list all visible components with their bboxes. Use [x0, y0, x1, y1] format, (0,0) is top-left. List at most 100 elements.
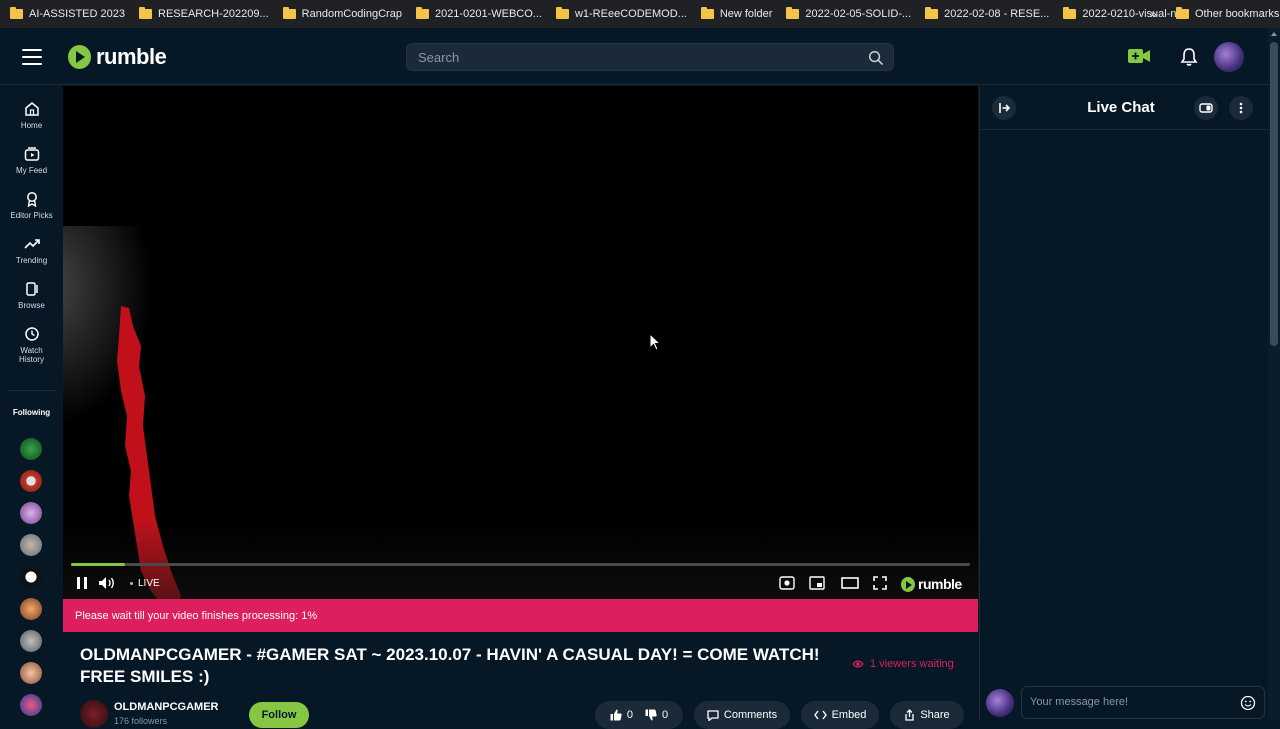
comments-button[interactable]: Comments [694, 701, 790, 729]
go-live-icon[interactable] [1128, 48, 1150, 64]
eye-icon [852, 660, 864, 668]
dislike-count: 0 [662, 709, 669, 721]
bookmark-label: RESEARCH-202209... [158, 8, 269, 20]
bookmark-item[interactable]: 2022-02-08 - RESE... [925, 7, 1049, 20]
followed-channel-avatar[interactable] [20, 662, 42, 684]
bookmark-item[interactable]: 2022-0210-visual-n... [1063, 7, 1186, 20]
live-indicator: LIVE [130, 578, 160, 589]
chat-header: Live Chat [980, 86, 1269, 130]
followed-channel-avatar[interactable] [20, 566, 42, 588]
video-player[interactable]: LIVE rumble [63, 86, 978, 599]
folder-icon [1176, 7, 1189, 19]
bookmark-item[interactable]: AI-ASSISTED 2023 [10, 7, 125, 20]
ribbon-icon [26, 192, 37, 207]
followed-channel-avatar[interactable] [20, 502, 42, 524]
settings-icon[interactable] [779, 576, 795, 590]
viewers-count: 1 viewers waiting [870, 658, 954, 670]
volume-icon[interactable] [98, 576, 116, 590]
share-icon [905, 709, 914, 721]
bookmarks-overflow-button[interactable]: » [1150, 7, 1157, 21]
search-input[interactable] [407, 44, 847, 71]
followed-channel-avatar[interactable] [20, 598, 42, 620]
page-scrollbar[interactable] [1268, 28, 1280, 720]
site-logo[interactable]: rumble [68, 44, 167, 70]
thumbs-up-icon [610, 709, 622, 721]
bookmark-label: AI-ASSISTED 2023 [29, 8, 125, 20]
chat-title: Live Chat [1087, 99, 1155, 116]
channel-avatar[interactable] [80, 700, 108, 728]
emoji-icon[interactable] [1240, 695, 1256, 711]
followed-channel-avatar[interactable] [20, 470, 42, 492]
followed-channel-avatar[interactable] [20, 630, 42, 652]
fullscreen-icon[interactable] [873, 576, 887, 590]
chat-user-avatar [986, 689, 1014, 717]
live-label: LIVE [138, 578, 160, 589]
like-button[interactable]: 0 [610, 709, 633, 721]
chat-message-input[interactable] [1022, 687, 1232, 717]
search-bar [406, 43, 894, 71]
scroll-up-icon[interactable] [1271, 32, 1277, 36]
share-button[interactable]: Share [890, 701, 964, 729]
followed-channel-avatar[interactable] [20, 694, 42, 716]
sidebar-item-editor-picks[interactable]: Editor Picks [0, 191, 63, 220]
sidebar-item-watch-history[interactable]: Watch History [0, 326, 63, 364]
vote-buttons: 0 0 [595, 701, 683, 729]
user-avatar[interactable] [1214, 42, 1244, 72]
sidebar-item-home[interactable]: Home [0, 101, 63, 130]
search-icon[interactable] [868, 50, 883, 65]
folder-icon [10, 7, 23, 19]
trending-icon [23, 239, 40, 249]
other-bookmarks[interactable]: Other bookmarks [1176, 7, 1279, 20]
sidebar-item-label-line2: History [19, 355, 44, 364]
follow-button[interactable]: Follow [249, 702, 309, 728]
comment-icon [707, 709, 719, 721]
bookmark-item[interactable]: w1-REeeCODEMOD... [555, 7, 687, 20]
sidebar-item-trending[interactable]: Trending [0, 236, 63, 265]
chat-mode-button[interactable] [1194, 96, 1218, 120]
more-vertical-icon [1239, 102, 1243, 114]
bookmark-label: 2022-02-05-SOLID-... [805, 8, 912, 20]
rumble-logo-icon [901, 576, 915, 592]
sidebar-item-label: Watch [20, 346, 43, 355]
sidebar-item-label: Browse [18, 301, 45, 310]
notification-bell-icon[interactable] [1180, 47, 1198, 67]
scrollbar-thumb[interactable] [1270, 42, 1278, 346]
sidebar-item-browse[interactable]: Browse [0, 281, 63, 310]
progress-bar-fill [71, 563, 125, 566]
progress-bar[interactable] [71, 563, 970, 566]
following-heading: Following [12, 408, 51, 417]
bookmark-item[interactable]: RandomCodingCrap [282, 7, 402, 20]
embed-button[interactable]: Embed [801, 701, 879, 729]
folder-icon [555, 7, 569, 19]
theater-mode-icon[interactable] [841, 576, 859, 590]
home-icon [24, 102, 39, 116]
followed-channel-avatar[interactable] [20, 534, 42, 556]
player-rumble-logo[interactable]: rumble [901, 576, 962, 592]
menu-icon[interactable] [22, 49, 42, 65]
bookmark-label: 2021-0201-WEBCO... [434, 8, 542, 20]
followed-channel-avatar[interactable] [20, 438, 42, 460]
chat-footer [980, 684, 1269, 720]
processing-text: Please wait till your video finishes pro… [75, 610, 318, 622]
bookmark-item[interactable]: RESEARCH-202209... [139, 7, 269, 20]
processing-banner: Please wait till your video finishes pro… [63, 599, 978, 632]
sidebar-item-my-feed[interactable]: My Feed [0, 146, 63, 175]
picture-in-picture-icon[interactable] [809, 576, 825, 590]
bookmark-item[interactable]: 2021-0201-WEBCO... [415, 7, 542, 20]
comments-label: Comments [723, 709, 778, 721]
pause-icon[interactable] [75, 576, 89, 590]
dislike-button[interactable]: 0 [645, 709, 668, 721]
like-count: 0 [626, 709, 633, 721]
player-logo-text: rumble [918, 576, 962, 592]
chat-options-button[interactable] [1229, 96, 1253, 120]
sidebar-item-label: My Feed [15, 166, 48, 175]
folder-icon [139, 7, 152, 19]
share-label: Share [920, 709, 950, 721]
sidebar-item-label: Home [20, 121, 43, 130]
bookmark-item[interactable]: New folder [700, 7, 772, 20]
channel-name[interactable]: OLDMANPCGAMER [114, 701, 219, 713]
bookmark-item[interactable]: 2022-02-05-SOLID-... [786, 7, 912, 20]
sidebar-nav: Home My Feed Editor Picks Trending Brows… [0, 86, 63, 720]
thumbs-down-icon [645, 709, 657, 721]
history-icon [24, 327, 39, 341]
